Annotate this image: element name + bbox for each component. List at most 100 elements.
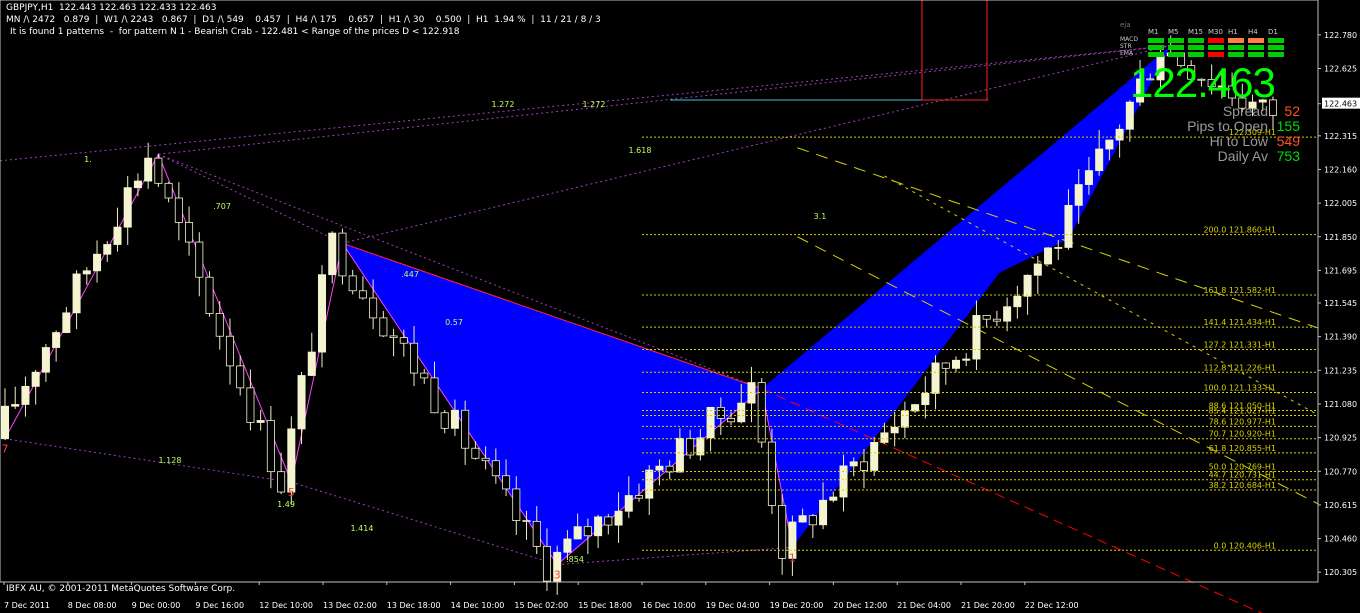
candle-body — [583, 526, 592, 537]
candle-body — [225, 335, 234, 367]
signal-cell — [1228, 52, 1244, 57]
candle-body — [491, 460, 500, 477]
candle-body — [604, 516, 613, 526]
y-tick-label: 120.305 — [1324, 568, 1357, 577]
y-tick-label: 121.080 — [1324, 400, 1357, 409]
y-tick-label: 122.625 — [1324, 65, 1357, 74]
candle-body — [399, 337, 408, 344]
stat-value: 549 — [1276, 133, 1300, 149]
fib-level-label: 38.2 120.684-H1 — [1209, 481, 1276, 490]
candle-body — [1095, 148, 1104, 172]
x-tick-label: 19 Dec 20:00 — [770, 601, 824, 610]
candle-body — [1074, 184, 1083, 206]
candle-body — [522, 520, 531, 522]
candle-body — [645, 469, 654, 499]
signal-cell — [1168, 45, 1184, 50]
candle-body — [921, 392, 930, 405]
signal-row-label: STR — [1120, 43, 1132, 50]
candle-body — [420, 372, 429, 379]
pattern-triangle-xab — [342, 243, 762, 565]
x-tick-label: 9 Dec 16:00 — [195, 601, 244, 610]
candle-body — [532, 520, 541, 547]
candle-body — [471, 447, 480, 459]
candle-body — [358, 290, 367, 299]
timeframe-label: D1 — [1268, 28, 1278, 36]
candle-body — [941, 362, 950, 369]
x-tick-label: 21 Dec 04:00 — [897, 601, 951, 610]
copyright: IBFX AU, © 2001-2011 MetaQuotes Software… — [6, 584, 236, 594]
candle-body — [410, 342, 419, 374]
candle-body — [133, 180, 142, 189]
candle-body — [348, 275, 357, 292]
y-tick-label: 122.160 — [1324, 165, 1357, 174]
signal-cell — [1208, 38, 1224, 43]
candle-body — [52, 332, 61, 348]
candle-body — [21, 385, 30, 405]
signal-row-label: EMA — [1120, 50, 1134, 57]
ratio-label: 1.49 — [277, 500, 295, 509]
y-tick-label: 121.390 — [1324, 333, 1357, 342]
candle-body — [1105, 139, 1114, 150]
candle-body — [277, 471, 286, 493]
timeframe-label: M5 — [1168, 28, 1179, 36]
x-tick-label: 7 Dec 2011 — [4, 601, 50, 610]
candle-body — [542, 545, 551, 582]
panel-brand: eja — [1120, 21, 1131, 29]
stat-value: 753 — [1276, 148, 1300, 164]
fib-level-label: 78.6 120.977-H1 — [1209, 417, 1276, 426]
ratio-label: 1.618 — [629, 146, 652, 155]
timeframe-stats-line: MN /\ 2472 0.879 | W1 /\ 2243 0.867 | D1… — [6, 15, 601, 25]
candle-body — [195, 241, 204, 278]
timeframe-label: M30 — [1208, 28, 1223, 36]
candle-body — [174, 197, 183, 223]
signal-cell — [1148, 52, 1164, 57]
signal-cell — [1228, 38, 1244, 43]
candle-body — [512, 488, 521, 521]
candle-body — [440, 412, 449, 429]
fib-level-label: 161.8 121.582-H1 — [1203, 286, 1276, 295]
candle-body — [931, 362, 940, 394]
signal-cell — [1188, 52, 1204, 57]
pivot-label: 5 — [288, 486, 295, 499]
candle-body — [62, 312, 71, 333]
fib-level-label: 85.4 121.027-H1 — [1209, 406, 1276, 415]
signal-cell — [1168, 52, 1184, 57]
signal-cell — [1148, 45, 1164, 50]
candle-body — [1064, 204, 1073, 248]
candle-body — [634, 495, 644, 499]
fib-level-label: 141.4 121.434-H1 — [1203, 318, 1276, 327]
candle-body — [594, 516, 603, 537]
signal-cell — [1188, 45, 1204, 50]
candle-body — [450, 409, 459, 429]
candle-body — [185, 222, 194, 243]
fib-level-label: 112.8 121.226-H1 — [1203, 363, 1276, 372]
candle-body — [614, 510, 623, 526]
y-tick-label: 120.925 — [1324, 434, 1357, 443]
candle-body — [727, 418, 736, 423]
x-tick-label: 8 Dec 08:00 — [68, 601, 117, 610]
x-tick-label: 13 Dec 18:00 — [387, 601, 441, 610]
candle-body — [328, 232, 337, 276]
candle-body — [103, 244, 112, 255]
signal-cell — [1188, 38, 1204, 43]
pattern-fill-layer — [342, 45, 1171, 565]
x-tick-label: 9 Dec 00:00 — [132, 601, 181, 610]
y-tick-label: 120.770 — [1324, 467, 1357, 476]
candle-body — [829, 496, 838, 501]
signal-cell — [1248, 45, 1264, 50]
signal-cell — [1228, 45, 1244, 50]
candle-body — [93, 253, 102, 272]
candle-body — [205, 276, 214, 314]
signal-cell — [1248, 38, 1264, 43]
candle-body — [1044, 247, 1053, 265]
y-tick-label: 121.545 — [1324, 299, 1357, 308]
candle-body — [624, 495, 633, 512]
ratio-line-7-5 — [4, 438, 292, 483]
y-tick-label: 121.695 — [1324, 266, 1357, 275]
candle-body — [819, 499, 828, 526]
signal-cell — [1208, 45, 1224, 50]
candle-body — [849, 461, 858, 467]
candle-body — [256, 420, 265, 423]
candle-body — [655, 465, 664, 471]
x-tick-label: 15 Dec 02:00 — [514, 601, 568, 610]
